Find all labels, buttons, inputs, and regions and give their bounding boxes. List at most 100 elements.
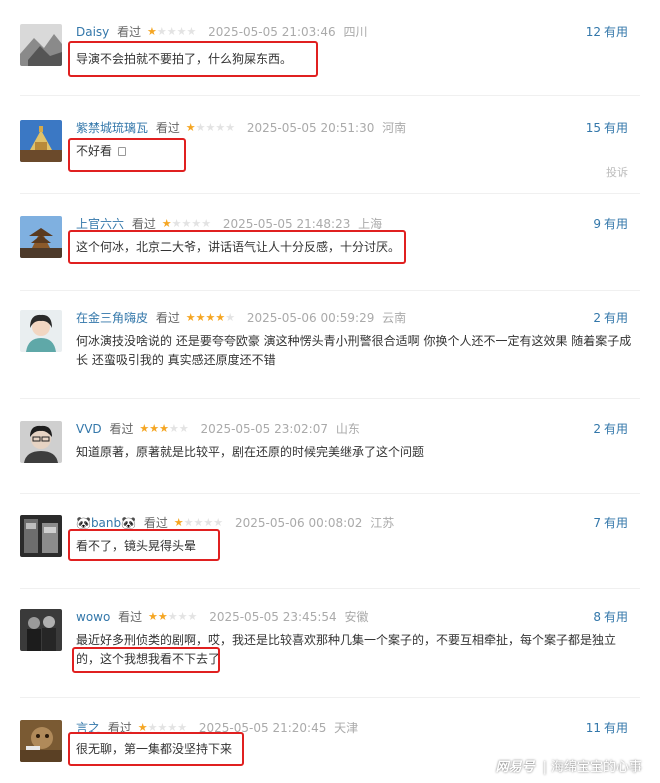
comment-meta: wowo 看过 ★★★★★ 2025-05-05 23:45:54 安徽: [76, 609, 368, 625]
useful-vote-button[interactable]: 8 有用: [593, 609, 628, 625]
comment-time: 2025-05-06 00:08:02: [234, 516, 363, 530]
divider: [20, 193, 640, 194]
highlight-box: [68, 138, 186, 172]
useful-count: 7: [593, 516, 601, 530]
useful-label: 有用: [603, 721, 628, 735]
watched-label: 看过: [118, 610, 143, 624]
divider: [20, 493, 640, 494]
useful-vote-button[interactable]: 11 有用: [586, 720, 628, 736]
divider: [20, 95, 640, 96]
star-filled-icon: ★: [149, 422, 160, 435]
comment-time: 2025-05-06 00:59:29: [246, 311, 375, 325]
comment-time: 2025-05-05 23:45:54: [209, 610, 337, 624]
star-empty-icon: ★: [167, 610, 178, 623]
comment-list-page: Daisy 看过 ★★★★★ 2025-05-05 21:03:46 四川 12…: [0, 0, 660, 783]
star-empty-icon: ★: [171, 217, 182, 230]
star-empty-icon: ★: [166, 25, 177, 38]
watermark-brand: 网易号: [495, 760, 535, 775]
comment-location: 山东: [335, 422, 360, 436]
star-filled-icon: ★: [146, 25, 157, 38]
star-filled-icon: ★: [147, 610, 158, 623]
useful-vote-button[interactable]: 7 有用: [593, 515, 628, 531]
report-link[interactable]: 投诉: [606, 164, 628, 180]
highlight-box: [68, 732, 244, 766]
highlight-box: [72, 647, 220, 673]
star-filled-icon: ★: [159, 422, 169, 435]
avatar[interactable]: [20, 720, 62, 762]
divider: [20, 290, 640, 291]
useful-label: 有用: [603, 25, 628, 39]
star-empty-icon: ★: [178, 422, 189, 435]
useful-vote-button[interactable]: 15 有用: [586, 120, 628, 136]
star-rating: ★★★★★: [186, 310, 235, 326]
username-link[interactable]: 在金三角嗨皮: [76, 310, 148, 326]
source-watermark: 网易号 | 海绵宝宝的心事: [496, 756, 642, 775]
useful-label: 有用: [603, 311, 628, 325]
star-filled-icon: ★: [185, 121, 196, 134]
avatar[interactable]: [20, 515, 62, 557]
avatar[interactable]: [20, 24, 62, 66]
useful-label: 有用: [603, 217, 628, 231]
avatar[interactable]: [20, 421, 62, 463]
star-empty-icon: ★: [225, 121, 236, 134]
star-empty-icon: ★: [201, 217, 212, 230]
divider: [20, 588, 640, 589]
star-filled-icon: ★: [215, 311, 226, 324]
watched-label: 看过: [155, 121, 180, 135]
username-link[interactable]: 紫禁城琉璃瓦: [76, 120, 148, 136]
username-link[interactable]: wowo: [76, 609, 110, 625]
useful-vote-button[interactable]: 9 有用: [593, 216, 628, 232]
useful-count: 8: [593, 610, 601, 624]
username-link[interactable]: VVD: [76, 421, 102, 437]
star-empty-icon: ★: [177, 610, 188, 623]
star-filled-icon: ★: [173, 516, 184, 529]
star-empty-icon: ★: [193, 516, 204, 529]
watched-label: 看过: [109, 422, 134, 436]
highlight-box: [68, 41, 318, 77]
star-filled-icon: ★: [205, 311, 216, 324]
comment-text: 知道原著，原著就是比较平，剧在还原的时候完美继承了这个问题: [76, 445, 425, 459]
useful-count: 15: [585, 121, 601, 135]
username-link[interactable]: Daisy: [76, 24, 109, 40]
useful-label: 有用: [603, 121, 628, 135]
comment-meta: Daisy 看过 ★★★★★ 2025-05-05 21:03:46 四川: [76, 24, 367, 40]
useful-count: 9: [593, 217, 601, 231]
watermark-author: 海绵宝宝的心事: [550, 760, 642, 775]
useful-count: 12: [585, 25, 601, 39]
star-filled-icon: ★: [195, 311, 206, 324]
star-empty-icon: ★: [186, 25, 197, 38]
divider: [20, 398, 640, 399]
star-filled-icon: ★: [157, 610, 168, 623]
star-empty-icon: ★: [215, 121, 226, 134]
highlight-box: [68, 529, 220, 561]
useful-vote-button[interactable]: 2 有用: [593, 310, 628, 326]
useful-count: 2: [593, 311, 601, 325]
avatar[interactable]: [20, 120, 62, 162]
star-filled-icon: ★: [185, 311, 196, 324]
comment-meta: 紫禁城琉璃瓦 看过 ★★★★★ 2025-05-05 20:51:30 河南: [76, 120, 406, 136]
useful-label: 有用: [603, 516, 628, 530]
avatar[interactable]: [20, 310, 62, 352]
star-rating: ★★★★★: [148, 609, 197, 625]
star-empty-icon: ★: [205, 121, 216, 134]
avatar[interactable]: [20, 216, 62, 258]
useful-vote-button[interactable]: 2 有用: [593, 421, 628, 437]
star-rating: ★★★★★: [139, 421, 188, 437]
star-empty-icon: ★: [195, 121, 206, 134]
star-empty-icon: ★: [176, 25, 187, 38]
star-empty-icon: ★: [181, 217, 192, 230]
star-empty-icon: ★: [213, 516, 224, 529]
star-empty-icon: ★: [168, 422, 179, 435]
comment-time: 2025-05-05 20:51:30: [246, 121, 375, 135]
comment-time: 2025-05-05 23:02:07: [200, 422, 328, 436]
avatar[interactable]: [20, 609, 62, 651]
comment-text: 何冰演技没啥说的 还是要夸夸欧豪 演这种愣头青小刑警很合适啊 你换个人还不一定有…: [76, 334, 632, 367]
star-empty-icon: ★: [187, 610, 198, 623]
comment-location: 天津: [334, 721, 359, 735]
comment-location: 四川: [343, 25, 368, 39]
comment-meta: VVD 看过 ★★★★★ 2025-05-05 23:02:07 山东: [76, 421, 360, 437]
star-filled-icon: ★: [161, 217, 172, 230]
watched-label: 看过: [117, 25, 142, 39]
useful-label: 有用: [603, 610, 628, 624]
useful-vote-button[interactable]: 12 有用: [586, 24, 628, 40]
